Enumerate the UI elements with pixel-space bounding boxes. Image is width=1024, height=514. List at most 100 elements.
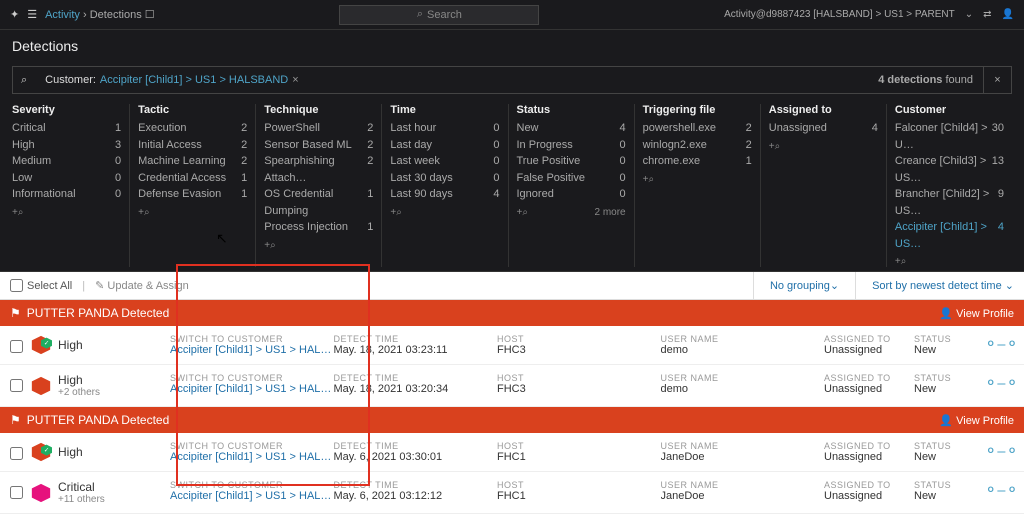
facet-item[interactable]: Low0 bbox=[12, 170, 121, 187]
customer-link[interactable]: Accipiter [Child1] > US1 > HALSBA… bbox=[170, 344, 334, 356]
group-header: ⚑PUTTER PANDA Detected👤 View Profile bbox=[0, 300, 1024, 326]
severity-icon: ✓ bbox=[30, 441, 52, 463]
host: FHC1 bbox=[497, 451, 661, 463]
customer-link[interactable]: Accipiter [Child1] > US1 > HALSBA… bbox=[170, 451, 334, 463]
facet-item[interactable]: Last day0 bbox=[390, 137, 499, 154]
facet-search-icon[interactable]: +⌕ bbox=[895, 256, 1004, 267]
facet-item[interactable]: Unassigned4 bbox=[769, 120, 878, 137]
process-tree-icon[interactable]: ⚬⎯⚬ bbox=[984, 480, 1014, 500]
facet-search-icon[interactable]: +⌕ bbox=[769, 141, 878, 152]
group-title: PUTTER PANDA Detected bbox=[27, 306, 170, 320]
facet-item[interactable]: True Positive0 bbox=[517, 153, 626, 170]
facet-title: Triggering file bbox=[643, 104, 752, 116]
global-search[interactable]: ⌕ Search bbox=[339, 5, 539, 25]
facet-item[interactable]: Last week0 bbox=[390, 153, 499, 170]
clear-filters-button[interactable]: × bbox=[983, 66, 1011, 94]
update-assign-button[interactable]: ✎ Update & Assign bbox=[85, 279, 199, 292]
facet-item[interactable]: OS Credential Dumping1 bbox=[264, 186, 373, 219]
severity-sub: +2 others bbox=[58, 387, 100, 398]
facet-item[interactable]: Execution2 bbox=[138, 120, 247, 137]
assigned-to: Unassigned bbox=[824, 344, 914, 356]
detection-row[interactable]: High+2 othersSWITCH TO CUSTOMERAccipiter… bbox=[0, 365, 1024, 407]
facet-item[interactable]: Credential Access1 bbox=[138, 170, 247, 187]
assigned-to: Unassigned bbox=[824, 383, 914, 395]
user-name: JaneDoe bbox=[661, 451, 825, 463]
facet-item[interactable]: New4 bbox=[517, 120, 626, 137]
severity-icon: ✓ bbox=[30, 334, 52, 356]
facet-item[interactable]: Last 90 days4 bbox=[390, 186, 499, 203]
facet-item[interactable]: High3 bbox=[12, 137, 121, 154]
host: FHC3 bbox=[497, 383, 661, 395]
status: New bbox=[914, 451, 984, 463]
svg-text:✓: ✓ bbox=[44, 447, 49, 454]
facet-severity: SeverityCritical1High3Medium0Low0Informa… bbox=[12, 104, 129, 267]
facet-status: Status New4In Progress0True Positive0Fals… bbox=[508, 104, 634, 267]
facet-item[interactable]: Critical1 bbox=[12, 120, 121, 137]
facet-item[interactable]: Ignored0 bbox=[517, 186, 626, 203]
view-profile-button[interactable]: 👤 View Profile bbox=[939, 414, 1014, 427]
facet-item[interactable]: Sensor Based ML2 bbox=[264, 137, 373, 154]
facet-item[interactable]: Informational0 bbox=[12, 186, 121, 203]
context-label[interactable]: Activity@d9887423 [HALSBAND] > US1 > PAR… bbox=[724, 9, 955, 20]
chevron-down-icon[interactable]: ⌄ bbox=[965, 9, 973, 20]
facet-item[interactable]: winlogn2.exe2 bbox=[643, 137, 752, 154]
facet-search-icon[interactable]: +⌕ bbox=[12, 207, 121, 218]
facet-item[interactable]: In Progress0 bbox=[517, 137, 626, 154]
user-name: demo bbox=[661, 383, 825, 395]
facet-item[interactable]: False Positive0 bbox=[517, 170, 626, 187]
facet-item[interactable]: chrome.exe1 bbox=[643, 153, 752, 170]
facet-item[interactable]: Accipiter [Child1] > US…4 bbox=[895, 219, 1004, 252]
search-icon[interactable]: ⌕ bbox=[13, 74, 35, 87]
breadcrumb: Activity › Detections ☐ bbox=[45, 8, 155, 21]
facet-search-icon[interactable]: +⌕ bbox=[643, 174, 752, 185]
facet-item[interactable]: Initial Access2 bbox=[138, 137, 247, 154]
facet-item[interactable]: Spearphishing Attach…2 bbox=[264, 153, 373, 186]
facet-item[interactable]: Process Injection1 bbox=[264, 219, 373, 236]
facet-customer: CustomerFalconer [Child4] > U…30Creance … bbox=[886, 104, 1012, 267]
search-icon: ⌕ bbox=[417, 8, 423, 21]
facet-item[interactable]: PowerShell2 bbox=[264, 120, 373, 137]
facet-item[interactable]: Creance [Child3] > US…13 bbox=[895, 153, 1004, 186]
breadcrumb-root[interactable]: Activity bbox=[45, 9, 80, 21]
customer-link[interactable]: Accipiter [Child1] > US1 > HALSBA… bbox=[170, 383, 334, 395]
facet-item[interactable]: Brancher [Child2] > US…9 bbox=[895, 186, 1004, 219]
facet-item[interactable]: Last hour0 bbox=[390, 120, 499, 137]
view-profile-button[interactable]: 👤 View Profile bbox=[939, 307, 1014, 320]
row-checkbox[interactable] bbox=[10, 379, 23, 392]
bookmark-icon[interactable]: ☐ bbox=[145, 9, 155, 21]
facet-item[interactable]: Medium0 bbox=[12, 153, 121, 170]
select-all[interactable]: Select All bbox=[10, 279, 72, 292]
row-checkbox[interactable] bbox=[10, 447, 23, 460]
facet-item[interactable]: Falconer [Child4] > U…30 bbox=[895, 120, 1004, 153]
user-icon[interactable]: 👤 bbox=[1002, 9, 1014, 20]
facet-item[interactable]: Machine Learning2 bbox=[138, 153, 247, 170]
facet-item[interactable]: Last 30 days0 bbox=[390, 170, 499, 187]
facet-search-icon[interactable]: +⌕2 more bbox=[517, 207, 626, 218]
facet-title: Status bbox=[517, 104, 626, 116]
customer-link[interactable]: Accipiter [Child1] > US1 > HALSBA… bbox=[170, 490, 334, 502]
facet-search-icon[interactable]: +⌕ bbox=[390, 207, 499, 218]
detection-row[interactable]: ✓HighSWITCH TO CUSTOMERAccipiter [Child1… bbox=[0, 433, 1024, 472]
detect-time: May. 18, 2021 03:20:34 bbox=[334, 383, 498, 395]
facet-search-icon[interactable]: +⌕ bbox=[264, 240, 373, 251]
facet-item[interactable]: Defense Evasion1 bbox=[138, 186, 247, 203]
facet-search-icon[interactable]: +⌕ bbox=[138, 207, 247, 218]
facet-item[interactable]: powershell.exe2 bbox=[643, 120, 752, 137]
flag-icon: ⚑ bbox=[10, 413, 21, 427]
row-checkbox[interactable] bbox=[10, 340, 23, 353]
facet-more[interactable]: 2 more bbox=[595, 207, 626, 218]
switch-icon[interactable]: ⇄ bbox=[983, 9, 991, 20]
filter-chip-customer[interactable]: Customer: Accipiter [Child1] > US1 > HAL… bbox=[35, 74, 309, 86]
process-tree-icon[interactable]: ⚬⎯⚬ bbox=[984, 373, 1014, 393]
detection-row[interactable]: ✓HighSWITCH TO CUSTOMERAccipiter [Child1… bbox=[0, 326, 1024, 365]
process-tree-icon[interactable]: ⚬⎯⚬ bbox=[984, 441, 1014, 461]
close-icon[interactable]: × bbox=[292, 74, 298, 86]
grouping-select[interactable]: No grouping ⌄ bbox=[753, 272, 856, 299]
severity-label: Critical bbox=[58, 480, 105, 494]
detection-row[interactable]: Critical+11 othersSWITCH TO CUSTOMERAcci… bbox=[0, 472, 1024, 514]
facet-technique: TechniquePowerShell2Sensor Based ML2Spea… bbox=[255, 104, 381, 267]
sort-select[interactable]: Sort by newest detect time ⌄ bbox=[856, 279, 1014, 292]
process-tree-icon[interactable]: ⚬⎯⚬ bbox=[984, 334, 1014, 354]
row-checkbox[interactable] bbox=[10, 486, 23, 499]
menu-icon[interactable]: ☰ bbox=[27, 8, 37, 21]
